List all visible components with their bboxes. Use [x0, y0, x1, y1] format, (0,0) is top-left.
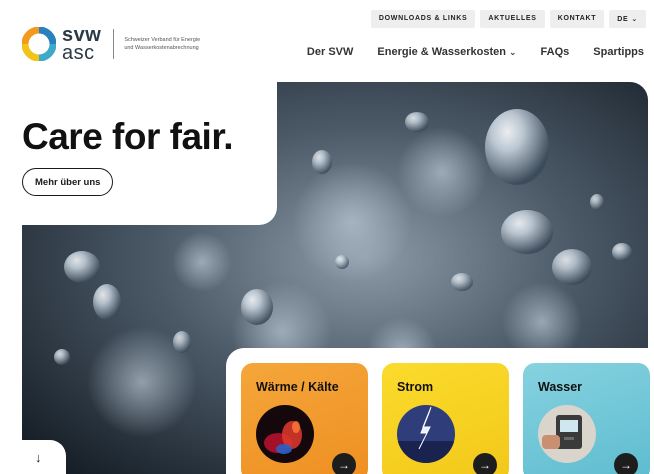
utility-nav: DOWNLOADS & LINKS AKTUELLES KONTAKT DE ⌄ [370, 10, 646, 28]
downloads-link[interactable]: DOWNLOADS & LINKS [370, 10, 476, 28]
category-cards: Wärme / Kälte → Strom → Wasser → [241, 363, 650, 474]
nav-item-faqs[interactable]: FAQs [541, 46, 570, 58]
nav-item-spartipps[interactable]: Spartipps [593, 46, 644, 58]
hero-title: Care for fair. [22, 116, 233, 157]
arrow-down-icon[interactable]: ↓ [35, 450, 42, 465]
card-label: Strom [397, 380, 434, 394]
logo-word-bottom: asc [62, 42, 95, 64]
scroll-hint-panel [0, 440, 66, 474]
main-nav: Der SVW Energie & Wasserkosten ⌄ FAQs Spa… [307, 46, 644, 58]
logo-tagline: Schweizer Verband für Energie und Wasser… [124, 37, 201, 51]
lightning-image [397, 405, 455, 463]
logo-mark-icon [21, 26, 57, 62]
language-value: DE [617, 16, 629, 23]
contact-link[interactable]: KONTAKT [549, 10, 605, 28]
language-select[interactable]: DE ⌄ [609, 10, 646, 28]
arrow-right-icon[interactable]: → [614, 453, 638, 474]
arrow-right-icon[interactable]: → [332, 453, 356, 474]
nav-item-label: Energie & Wasserkosten [377, 46, 506, 58]
arrow-right-icon[interactable]: → [473, 453, 497, 474]
news-link[interactable]: AKTUELLES [480, 10, 545, 28]
chevron-down-icon: ⌄ [508, 47, 517, 57]
logo-wordmark: svw asc [62, 25, 101, 64]
card-wasser[interactable]: Wasser → [523, 363, 650, 474]
chevron-down-icon: ⌄ [631, 16, 638, 23]
nav-item-der-svw[interactable]: Der SVW [307, 46, 353, 58]
card-waerme-kaelte[interactable]: Wärme / Kälte → [241, 363, 368, 474]
card-label: Wasser [538, 380, 583, 394]
card-strom[interactable]: Strom → [382, 363, 509, 474]
water-meter-image [538, 405, 596, 463]
card-label: Wärme / Kälte [256, 380, 339, 394]
about-us-button[interactable]: Mehr über uns [22, 168, 114, 196]
nav-item-energie-wasserkosten[interactable]: Energie & Wasserkosten ⌄ [377, 46, 516, 58]
fire-image [256, 405, 314, 463]
brand-logo[interactable]: svw asc Schweizer Verband für Energie un… [21, 25, 204, 64]
logo-divider [113, 29, 115, 59]
